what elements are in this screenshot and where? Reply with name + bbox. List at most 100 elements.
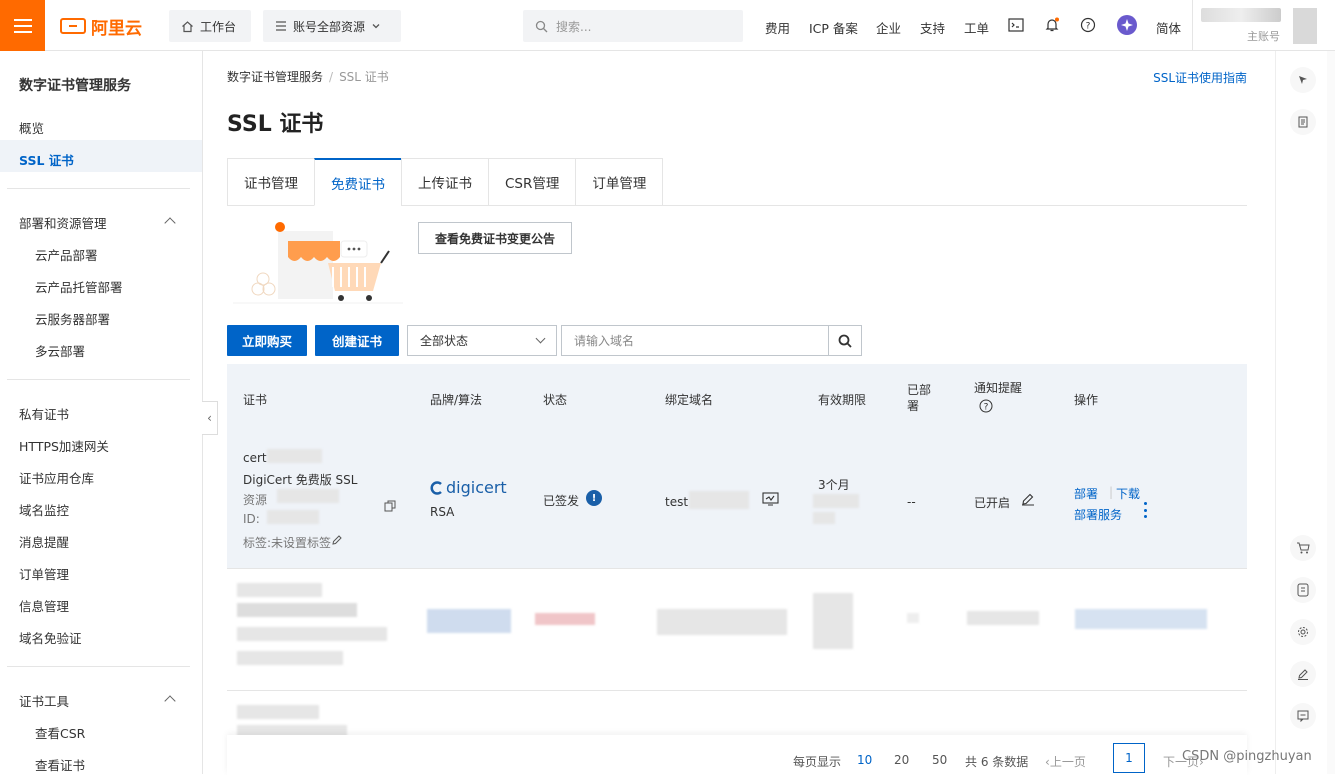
search-input[interactable]: 搜索... (523, 10, 743, 42)
edit-icon[interactable] (1021, 492, 1035, 506)
col-notify: 通知提醒 (974, 381, 1023, 395)
pagination: 每页显示 10 20 50 共 6 条数据 ‹上一页 1 下一页› (227, 735, 1247, 775)
nav-enterprise[interactable]: 企业 (876, 18, 901, 37)
blur-cell (237, 705, 319, 719)
language-switch[interactable]: 简体 (1156, 18, 1181, 37)
sidebar-item-cert-repo[interactable]: 证书应用仓库 (19, 468, 94, 487)
sidebar-item-cloud-deploy[interactable]: 云产品部署 (35, 245, 98, 264)
edit-icon[interactable] (1290, 661, 1316, 687)
sidebar-item-private-cert[interactable]: 私有证书 (19, 404, 69, 423)
logo-mark-icon (60, 18, 86, 34)
chat-icon[interactable] (1290, 703, 1316, 729)
validity-blurred-2 (813, 512, 835, 524)
brand-logo[interactable]: 阿里云 (60, 14, 142, 39)
sidebar-item-managed-deploy[interactable]: 云产品托管部署 (35, 277, 123, 296)
sidebar-item-notifications[interactable]: 消息提醒 (19, 532, 69, 551)
breadcrumb-current: SSL 证书 (339, 70, 389, 84)
bell-icon[interactable] (1043, 16, 1061, 34)
svg-text:?: ? (984, 403, 989, 413)
info-icon[interactable]: ! (586, 490, 602, 506)
resources-dropdown[interactable]: 账号全部资源 (263, 10, 401, 42)
guide-link[interactable]: SSL证书使用指南 (1153, 69, 1247, 86)
cursor-icon[interactable] (1290, 67, 1316, 93)
sidebar-item-orders[interactable]: 订单管理 (19, 564, 69, 583)
buy-now-button[interactable]: 立即购买 (227, 325, 307, 356)
help-icon[interactable]: ? (1079, 16, 1097, 34)
sidebar-item-domain-free-verify[interactable]: 域名免验证 (19, 628, 82, 647)
page-1-button[interactable]: 1 (1113, 743, 1145, 773)
sidebar-item-server-deploy[interactable]: 云服务器部署 (35, 309, 110, 328)
document-icon[interactable] (1290, 109, 1316, 135)
domain-blurred (689, 491, 749, 509)
page-size-20[interactable]: 20 (894, 753, 909, 767)
settings-icon[interactable] (1290, 619, 1316, 645)
watermark: CSDN @pingzhuyan (1182, 749, 1312, 764)
chevron-up-icon[interactable] (164, 217, 176, 229)
svg-text:?: ? (1086, 22, 1091, 32)
chevron-down-icon (535, 333, 546, 344)
id-label: ID: (243, 512, 260, 526)
divider (7, 188, 190, 189)
tab-order-manage[interactable]: 订单管理 (575, 158, 664, 206)
main-content: 数字证书管理服务 / SSL 证书 SSL证书使用指南 SSL 证书 证书管理 免费… (203, 51, 1275, 775)
blur-cell (813, 593, 853, 649)
nav-fees[interactable]: 费用 (765, 18, 790, 37)
blur-cell (237, 651, 343, 665)
change-notice-button[interactable]: 查看免费证书变更公告 (418, 222, 572, 254)
more-icon[interactable] (1144, 502, 1148, 518)
nav-ticket[interactable]: 工单 (964, 18, 989, 37)
cert-icon[interactable] (1290, 577, 1316, 603)
deploy-link[interactable]: 部署 (1074, 485, 1098, 502)
sidebar-item-https-gateway[interactable]: HTTPS加速网关 (19, 436, 109, 455)
nav-support[interactable]: 支持 (920, 18, 945, 37)
menu-icon[interactable] (0, 0, 45, 51)
blur-cell (1075, 609, 1207, 629)
prev-page-button[interactable]: ‹上一页 (1045, 753, 1086, 770)
sidebar-item-overview[interactable]: 概览 (19, 118, 44, 137)
search-button[interactable] (828, 325, 862, 356)
monitor-icon[interactable] (762, 492, 779, 506)
sidebar-title: 数字证书管理服务 (19, 78, 131, 94)
sidebar-item-multicloud-deploy[interactable]: 多云部署 (35, 341, 85, 360)
blur-cell (907, 613, 919, 623)
download-link[interactable]: 下载 (1116, 485, 1140, 502)
status-select[interactable]: 全部状态 (407, 325, 557, 356)
sidebar-group-tools[interactable]: 证书工具 (19, 691, 69, 710)
col-status: 状态 (543, 393, 568, 407)
sidebar-item-ssl[interactable]: SSL 证书 (19, 150, 74, 169)
sidebar-group-deploy[interactable]: 部署和资源管理 (19, 213, 107, 232)
blur-cell (427, 609, 511, 633)
table-row: cert DigiCert 免费版 SSL 资源 ID: 标签:未设置标签 di… (227, 432, 1247, 569)
create-cert-button[interactable]: 创建证书 (315, 325, 399, 356)
sidebar-item-info[interactable]: 信息管理 (19, 596, 69, 615)
sidebar-item-view-cert[interactable]: 查看证书 (35, 755, 85, 774)
search-icon (838, 334, 852, 348)
chevron-up-icon[interactable] (164, 695, 176, 707)
domain-search-input[interactable]: 请输入域名 (561, 325, 829, 356)
sidebar-item-domain-monitor[interactable]: 域名监控 (19, 500, 69, 519)
cart-icon[interactable] (1290, 535, 1316, 561)
sidebar-item-view-csr[interactable]: 查看CSR (35, 723, 85, 742)
tab-cert-manage[interactable]: 证书管理 (227, 158, 314, 206)
window-edge (1327, 51, 1335, 774)
workbench-button[interactable]: 工作台 (169, 10, 251, 42)
tab-free-cert[interactable]: 免费证书 (314, 158, 401, 206)
page-size-50[interactable]: 50 (932, 753, 947, 767)
ai-assistant-icon[interactable] (1117, 15, 1137, 35)
copy-icon[interactable] (384, 500, 396, 512)
tab-csr-manage[interactable]: CSR管理 (488, 158, 576, 206)
brand-name: 阿里云 (91, 18, 142, 39)
account-menu[interactable]: 主账号 (1192, 0, 1335, 51)
deploy-service-link[interactable]: 部署服务 (1074, 506, 1122, 523)
breadcrumb-root[interactable]: 数字证书管理服务 (227, 70, 323, 84)
terminal-icon[interactable] (1007, 16, 1025, 34)
search-placeholder: 搜索... (556, 19, 592, 34)
tab-upload-cert[interactable]: 上传证书 (401, 158, 488, 206)
validity-blurred (813, 494, 859, 508)
shop-illustration (233, 222, 403, 304)
resource-blurred (277, 489, 339, 503)
help-icon[interactable]: ? (979, 399, 993, 413)
nav-icp[interactable]: ICP 备案 (809, 18, 858, 37)
edit-icon[interactable] (331, 534, 343, 546)
page-size-10[interactable]: 10 (857, 753, 872, 767)
